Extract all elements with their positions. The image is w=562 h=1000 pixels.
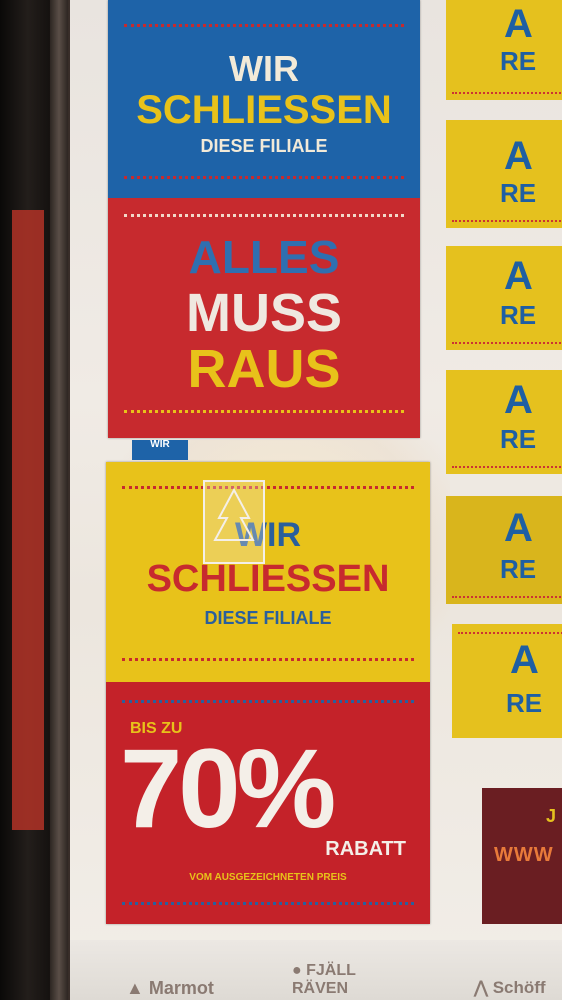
- shop-window-scene: WIR SCHLIESSEN DIESE FILIALE ALLES MUSS …: [0, 0, 562, 1000]
- dotted-line: [122, 700, 414, 703]
- dotted-line: [452, 342, 562, 344]
- dotted-line: [458, 632, 562, 634]
- side-letter: A: [504, 134, 533, 178]
- fox-icon: ●: [292, 962, 302, 979]
- tree-logo-reflection: [203, 480, 265, 564]
- side-letter: A: [504, 2, 533, 46]
- side-letter: RE: [506, 688, 543, 718]
- poster-bottom-line3: DIESE FILIALE: [204, 608, 332, 628]
- side-letter: RE: [500, 46, 537, 76]
- mountain-icon: ⋀: [474, 978, 488, 997]
- dotted-line: [122, 902, 414, 905]
- side-letter: A: [510, 638, 539, 682]
- dotted-line: [452, 220, 562, 222]
- dotted-line: [124, 410, 404, 413]
- window-frame: [50, 0, 68, 1000]
- side-poster-3: A RE: [446, 246, 562, 350]
- dotted-line: [122, 658, 414, 661]
- brand-schoffel: ⋀ Schöff: [474, 978, 546, 998]
- side-letter: RE: [500, 554, 537, 584]
- red-strip: [12, 210, 44, 830]
- poster-closing-bottom: WIR SCHLIESSEN DIESE FILIALE BIS ZU 70% …: [106, 462, 430, 924]
- poster-top-line3: DIESE FILIALE: [200, 136, 328, 156]
- discount-label: RABATT: [325, 838, 406, 860]
- brand-fjallraven-label: FJÄLL RÄVEN: [292, 962, 356, 997]
- dotted-line: [124, 214, 404, 217]
- poster-top-line6: RAUS: [187, 339, 341, 399]
- poster-bottom-line1: WIR: [234, 516, 302, 554]
- marmot-icon: ▲: [126, 978, 144, 998]
- side-letter: RE: [500, 178, 537, 208]
- dark-sign-text: WWW: [494, 844, 554, 866]
- side-poster-5: A RE: [446, 496, 562, 604]
- poster-bottom-line2: SCHLIESSEN: [146, 558, 390, 600]
- poster-top-line1: WIR: [229, 48, 299, 89]
- side-poster-6: A RE: [452, 624, 562, 738]
- side-poster-1: A RE: [446, 0, 562, 100]
- discount-value: 70%: [120, 726, 336, 851]
- side-letter: RE: [500, 300, 537, 330]
- dotted-line: [124, 24, 404, 27]
- brand-marmot-label: Marmot: [148, 978, 214, 998]
- side-poster-4: A RE: [446, 370, 562, 474]
- side-letter: RE: [500, 424, 537, 454]
- brand-fjallraven: ● FJÄLL RÄVEN: [292, 962, 412, 998]
- small-blue-tag: WIR: [132, 440, 188, 460]
- brand-schoffel-label: Schöff: [492, 978, 546, 997]
- side-letter: A: [504, 254, 533, 298]
- side-poster-2: A RE: [446, 120, 562, 228]
- side-letter: A: [504, 506, 533, 550]
- poster-top-line4: ALLES: [188, 231, 340, 283]
- dotted-line: [122, 486, 414, 489]
- discount-note: VOM AUSGEZEICHNETEN PREIS: [189, 872, 347, 883]
- brand-marmot: ▲ Marmot: [126, 978, 214, 999]
- tree-icon: [213, 487, 255, 541]
- dotted-line: [452, 596, 562, 598]
- poster-top-line5: MUSS: [185, 283, 342, 343]
- dotted-line: [452, 92, 562, 94]
- left-pillar: [0, 0, 70, 1000]
- poster-closing-top: WIR SCHLIESSEN DIESE FILIALE ALLES MUSS …: [108, 0, 420, 438]
- dotted-line: [124, 176, 404, 179]
- dark-sign-text: J: [546, 806, 557, 826]
- poster-top-line2: SCHLIESSEN: [136, 88, 392, 132]
- dark-red-sign: J WWW: [482, 788, 562, 924]
- side-letter: A: [504, 378, 533, 422]
- dotted-line: [452, 466, 562, 468]
